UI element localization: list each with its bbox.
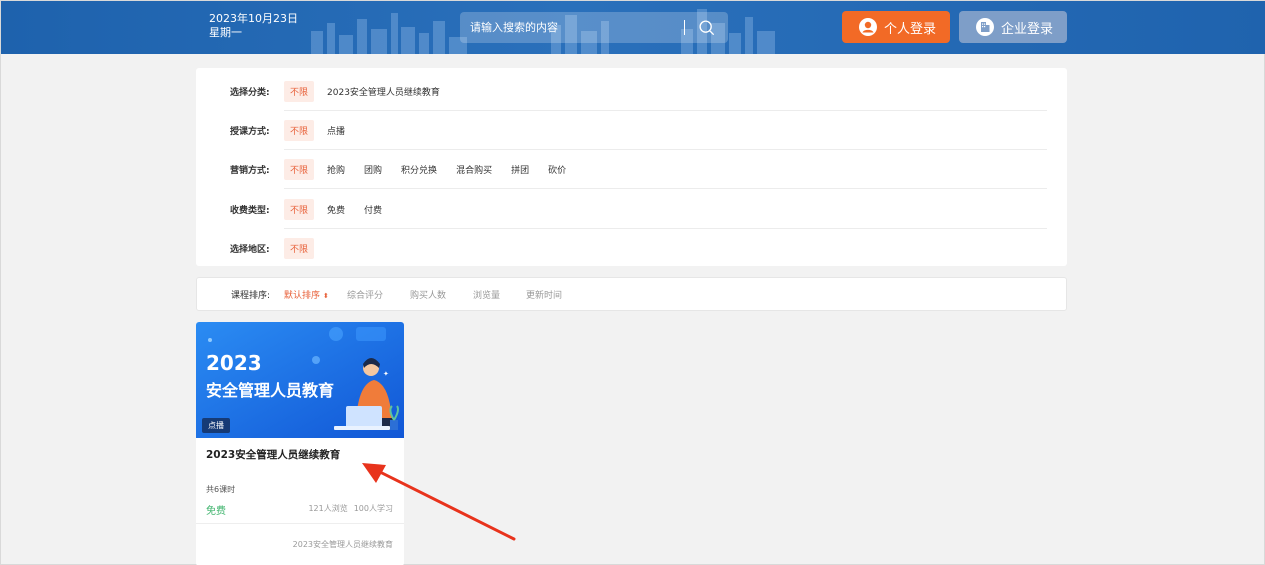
- svg-text:✦: ✦: [383, 370, 389, 378]
- filter-option[interactable]: 免费: [327, 203, 345, 216]
- filter-option[interactable]: 点播: [327, 124, 345, 137]
- filter-option-unlimited[interactable]: 不限: [284, 238, 315, 259]
- sort-bar: 课程排序: 默认排序 ⬍ 综合评分 购买人数 浏览量 更新时间: [196, 277, 1067, 311]
- course-title[interactable]: 2023安全管理人员继续教育: [206, 447, 340, 462]
- search-separator: [684, 20, 685, 35]
- user-icon: [859, 18, 877, 36]
- sort-arrows-icon: ⬍: [323, 291, 329, 300]
- date-display: 2023年10月23日 星期一: [209, 12, 298, 40]
- course-card[interactable]: 2023 安全管理人员教育 ✦ 点播 2023安全管理人员继续教育 共6课时 免…: [196, 322, 404, 565]
- filter-option-unlimited[interactable]: 不限: [284, 199, 315, 220]
- top-header: 2023年10月23日 星期一 个人登录 企业登录: [1, 1, 1265, 54]
- filter-row-teaching: 授课方式: 不限 点播: [196, 111, 1067, 150]
- row-divider: [284, 188, 1047, 189]
- card-divider: [196, 523, 404, 524]
- personal-login-button[interactable]: 个人登录: [842, 11, 950, 43]
- filter-option-unlimited[interactable]: 不限: [284, 120, 315, 141]
- search-icon[interactable]: [698, 19, 715, 36]
- search-box: [460, 12, 728, 43]
- filter-panel: 选择分类: 不限 2023安全管理人员继续教育 授课方式: 不限 点播 营销方式…: [196, 68, 1067, 266]
- learner-count: 100人学习: [353, 504, 393, 513]
- course-hours: 共6课时: [206, 485, 236, 494]
- filter-label: 授课方式:: [230, 127, 270, 137]
- sort-label: 课程排序:: [231, 290, 271, 301]
- enterprise-login-button[interactable]: 企业登录: [959, 11, 1067, 43]
- filter-option[interactable]: 2023安全管理人员继续教育: [327, 85, 440, 98]
- weekday-text: 星期一: [209, 26, 242, 39]
- filter-option[interactable]: 付费: [364, 203, 382, 216]
- filter-row-category: 选择分类: 不限 2023安全管理人员继续教育: [196, 72, 1067, 111]
- filter-options: 不限: [284, 238, 327, 259]
- filter-options: 不限 免费 付费: [284, 199, 401, 220]
- sort-purchases[interactable]: 购买人数: [410, 288, 446, 301]
- filter-label: 选择地区:: [230, 245, 270, 255]
- view-count: 121人浏览: [308, 504, 348, 513]
- filter-option[interactable]: 团购: [364, 163, 382, 176]
- filter-option[interactable]: 砍价: [548, 163, 566, 176]
- sort-default-label: 默认排序: [284, 290, 321, 301]
- filter-options: 不限 点播: [284, 120, 364, 141]
- sort-updated[interactable]: 更新时间: [526, 288, 562, 301]
- banner-title: 安全管理人员教育: [206, 381, 334, 400]
- enterprise-login-label: 企业登录: [1001, 21, 1054, 37]
- course-stats: 121人浏览 100人学习: [308, 503, 393, 514]
- personal-login-label: 个人登录: [884, 21, 937, 37]
- filter-row-marketing: 营销方式: 不限 抢购 团购 积分兑换 混合购买 拼团 砍价: [196, 150, 1067, 189]
- banner-year: 2023: [206, 351, 262, 375]
- filter-option-unlimited[interactable]: 不限: [284, 159, 315, 180]
- filter-label: 营销方式:: [230, 166, 270, 176]
- filter-option[interactable]: 积分兑换: [401, 163, 437, 176]
- sort-default[interactable]: 默认排序 ⬍: [284, 288, 329, 301]
- course-category: 2023安全管理人员继续教育: [292, 540, 393, 549]
- building-icon: [976, 18, 994, 36]
- filter-label: 选择分类:: [230, 88, 270, 98]
- filter-row-region: 选择地区: 不限: [196, 229, 1067, 268]
- filter-options: 不限 2023安全管理人员继续教育: [284, 81, 459, 102]
- filter-options: 不限 抢购 团购 积分兑换 混合购买 拼团 砍价: [284, 159, 585, 180]
- date-text: 2023年10月23日: [209, 12, 298, 25]
- sort-views[interactable]: 浏览量: [473, 288, 500, 301]
- filter-row-fee: 收费类型: 不限 免费 付费: [196, 190, 1067, 229]
- search-input[interactable]: [470, 12, 685, 43]
- filter-option[interactable]: 混合购买: [456, 163, 492, 176]
- vod-badge: 点播: [202, 418, 230, 433]
- filter-label: 收费类型:: [230, 206, 270, 216]
- course-price: 免费: [206, 506, 226, 517]
- filter-option-unlimited[interactable]: 不限: [284, 81, 315, 102]
- sort-rating[interactable]: 综合评分: [347, 288, 383, 301]
- filter-option[interactable]: 抢购: [327, 163, 345, 176]
- filter-option[interactable]: 拼团: [511, 163, 529, 176]
